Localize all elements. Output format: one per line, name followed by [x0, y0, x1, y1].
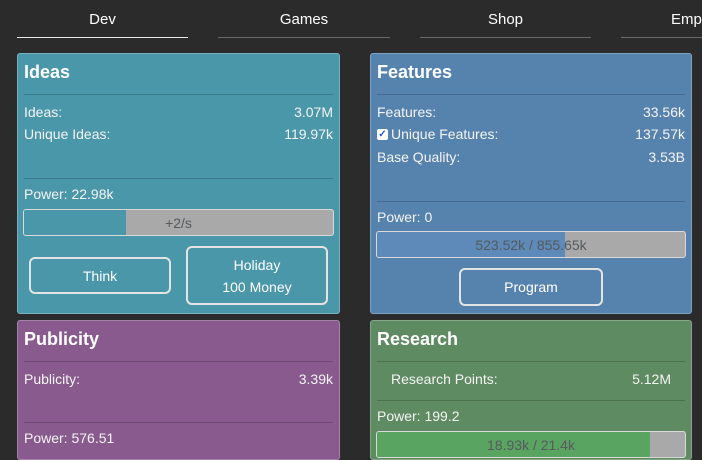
unique-ideas-value: 119.97k [284, 126, 333, 142]
features-progress-bar: 523.52k / 855.65k [376, 231, 686, 258]
ideas-title: Ideas [24, 62, 71, 82]
program-button-label: Program [504, 279, 558, 295]
ideas-label: Ideas: [24, 104, 63, 120]
divider [24, 178, 333, 179]
publicity-power: Power: 576.51 [24, 430, 115, 446]
divider [24, 422, 333, 423]
divider [377, 94, 685, 95]
base-quality-value: 3.53B [648, 149, 685, 165]
publicity-panel: Publicity Publicity: 3.39k Power: 576.51 [17, 320, 340, 460]
publicity-title: Publicity [24, 329, 100, 349]
holiday-button[interactable]: Holiday 100 Money [186, 246, 328, 305]
unique-features-label: Unique Features: [391, 126, 499, 142]
unique-features-checkbox[interactable]: ✓ [377, 128, 388, 140]
research-points-row: Research Points: 5.12M [391, 369, 671, 389]
publicity-row: Publicity: 3.39k [24, 369, 333, 389]
ideas-count-row: Ideas: 3.07M [24, 102, 333, 122]
ideas-value: 3.07M [294, 104, 333, 120]
features-power: Power: 0 [377, 209, 433, 225]
divider [377, 361, 685, 362]
holiday-button-label: Holiday [233, 256, 281, 273]
unique-ideas-label: Unique Ideas: [24, 126, 111, 142]
research-points-value: 5.12M [632, 371, 671, 387]
tab-emp[interactable]: Emp [621, 0, 702, 38]
research-points-label: Research Points: [391, 371, 498, 387]
divider [24, 94, 333, 95]
ideas-progress-bar: +2/s [23, 209, 334, 236]
divider [24, 361, 333, 362]
research-progress-bar: 18.93k / 21.4k [376, 431, 686, 458]
tab-label: Shop [487, 10, 524, 28]
program-button[interactable]: Program [459, 268, 603, 306]
ideas-panel: Ideas Ideas: 3.07M Unique Ideas: 119.97k… [17, 53, 340, 314]
unique-features-row: ✓ Unique Features: 137.57k [377, 124, 685, 144]
unique-ideas-row: Unique Ideas: 119.97k [24, 124, 333, 144]
tab-label: Emp [671, 10, 702, 28]
tab-games[interactable]: Games [218, 0, 390, 38]
tab-label: Dev [89, 10, 116, 28]
publicity-label: Publicity: [24, 371, 81, 387]
base-quality-label: Base Quality: [377, 149, 461, 165]
ideas-progress-text: +2/s [165, 214, 192, 231]
divider [377, 400, 685, 401]
research-title: Research [377, 329, 459, 349]
holiday-button-cost: 100 Money [222, 278, 292, 295]
research-panel: Research Research Points: 5.12M Power: 1… [370, 320, 692, 460]
research-progress-text: 18.93k / 21.4k [487, 436, 575, 453]
features-progress-text: 523.52k / 855.65k [475, 236, 587, 253]
features-value: 33.56k [642, 104, 685, 120]
base-quality-row: Base Quality: 3.53B [377, 147, 685, 167]
tab-label: Games [279, 10, 329, 28]
publicity-value: 3.39k [298, 371, 333, 387]
divider [377, 201, 685, 202]
think-button-label: Think [82, 267, 118, 284]
tab-shop[interactable]: Shop [420, 0, 591, 38]
unique-features-value: 137.57k [635, 126, 685, 142]
features-panel: Features Features: 33.56k ✓ Unique Featu… [370, 53, 692, 314]
think-button[interactable]: Think [29, 257, 171, 294]
tab-dev[interactable]: Dev [17, 0, 188, 38]
tab-bar: Dev Games Shop Emp [0, 0, 702, 40]
features-label: Features: [377, 104, 437, 120]
ideas-power: Power: 22.98k [24, 186, 114, 202]
features-title: Features [377, 62, 453, 82]
features-count-row: Features: 33.56k [377, 102, 685, 122]
research-power: Power: 199.2 [377, 408, 460, 424]
